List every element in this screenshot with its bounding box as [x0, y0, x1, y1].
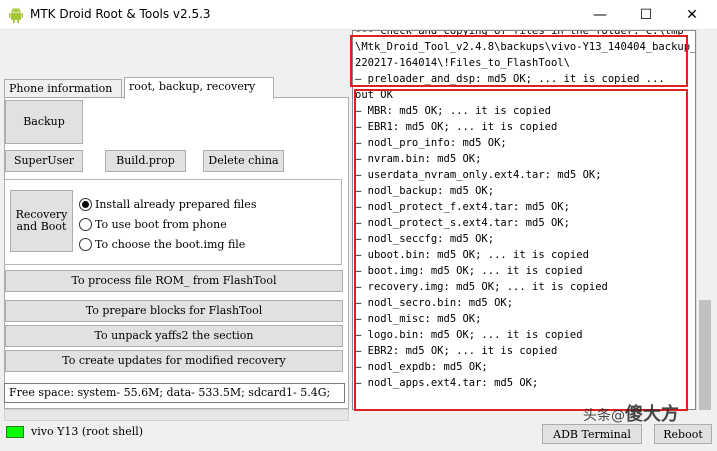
android-app-icon	[9, 7, 23, 23]
log-line: out OK	[355, 89, 393, 101]
superuser-button[interactable]: SuperUser	[5, 150, 83, 172]
unpack-yaffs2-button[interactable]: To unpack yaffs2 the section	[5, 325, 343, 347]
log-line: — nodl_apps.ext4.tar: md5 OK;	[355, 377, 539, 389]
log-line: — nodl_pro_info: md5 OK;	[355, 137, 507, 149]
close-button[interactable]: ✕	[669, 0, 715, 30]
maximize-button[interactable]: ☐	[623, 0, 669, 30]
log-line: — nodl_backup: md5 OK;	[355, 185, 495, 197]
log-line: — userdata_nvram_only.ext4.tar: md5 OK;	[355, 169, 602, 181]
radio-indicator[interactable]	[79, 217, 92, 231]
prepare-blocks-button[interactable]: To prepare blocks for FlashTool	[5, 300, 343, 322]
log-line: — nvram.bin: md5 OK;	[355, 153, 482, 165]
log-line: — nodl_seccfg: md5 OK;	[355, 233, 495, 245]
scrollbar-thumb[interactable]	[699, 300, 711, 410]
tab-root-backup-recovery[interactable]: root, backup, recovery	[124, 77, 274, 99]
log-line: — logo.bin: md5 OK; ... it is copied	[355, 329, 583, 341]
radio-install-prepared[interactable]: Install already prepared files	[79, 196, 256, 212]
radio-indicator[interactable]	[79, 237, 92, 251]
free-space-field: Free space: system- 55.6M; data- 533.5M;…	[4, 383, 345, 403]
log-output[interactable]: --- Check and copying of files in the fo…	[352, 30, 696, 410]
log-content: --- Check and copying of files in the fo…	[355, 30, 695, 391]
recovery-and-boot-button[interactable]: Recovery and Boot	[10, 190, 73, 252]
status-led-icon	[6, 426, 24, 438]
log-line: — uboot.bin: md5 OK; ... it is copied	[355, 249, 589, 261]
log-line: — boot.img: md5 OK; ... it is copied	[355, 265, 583, 277]
create-updates-button[interactable]: To create updates for modified recovery	[5, 350, 343, 372]
backup-button[interactable]: Backup	[5, 100, 83, 144]
log-line: — nodl_expdb: md5 OK;	[355, 361, 488, 373]
title-bar: MTK Droid Root & Tools v2.5.3 — ☐ ✕	[0, 0, 717, 30]
radio-label: Install already prepared files	[95, 197, 257, 211]
log-line: — EBR2: md5 OK; ... it is copied	[355, 345, 558, 357]
log-line: — EBR1: md5 OK; ... it is copied	[355, 121, 558, 133]
device-status: vivo Y13 (root shell)	[31, 425, 144, 438]
tab-phone-information[interactable]: Phone information	[4, 79, 122, 98]
log-line: — nodl_secro.bin: md5 OK;	[355, 297, 514, 309]
vertical-scrollbar[interactable]	[696, 30, 713, 410]
adb-terminal-button[interactable]: ADB Terminal	[542, 424, 642, 444]
minimize-button[interactable]: —	[577, 0, 623, 30]
watermark: 头条@傻大方	[583, 404, 679, 425]
horizontal-scrollbar[interactable]	[4, 409, 349, 421]
radio-choose-boot-img[interactable]: To choose the boot.img file	[79, 236, 245, 252]
window-title: MTK Droid Root & Tools v2.5.3	[30, 7, 211, 21]
log-line: \Mtk_Droid_Tool_v2.4.8\backups\vivo-Y13_…	[355, 41, 695, 53]
process-rom-button[interactable]: To process file ROM_ from FlashTool	[5, 270, 343, 292]
radio-indicator[interactable]	[79, 197, 92, 211]
reboot-button[interactable]: Reboot	[654, 424, 712, 444]
log-line: 220217-164014\!Files_to_FlashTool\	[355, 57, 570, 69]
log-line: — preloader_and_dsp: md5 OK; ... it is c…	[355, 73, 665, 85]
radio-boot-from-phone[interactable]: To use boot from phone	[79, 216, 227, 232]
build-prop-button[interactable]: Build.prop	[105, 150, 186, 172]
log-line: — nodl_misc: md5 OK;	[355, 313, 482, 325]
log-line: — MBR: md5 OK; ... it is copied	[355, 105, 551, 117]
radio-label: To use boot from phone	[95, 217, 227, 231]
log-line: — nodl_protect_f.ext4.tar: md5 OK;	[355, 201, 570, 213]
log-line: — recovery.img: md5 OK; ... it is copied	[355, 281, 608, 293]
log-line: --- Check and copying of files in the fo…	[355, 30, 684, 37]
log-line: — nodl_protect_s.ext4.tar: md5 OK;	[355, 217, 570, 229]
radio-label: To choose the boot.img file	[95, 237, 246, 251]
delete-china-button[interactable]: Delete china	[203, 150, 284, 172]
